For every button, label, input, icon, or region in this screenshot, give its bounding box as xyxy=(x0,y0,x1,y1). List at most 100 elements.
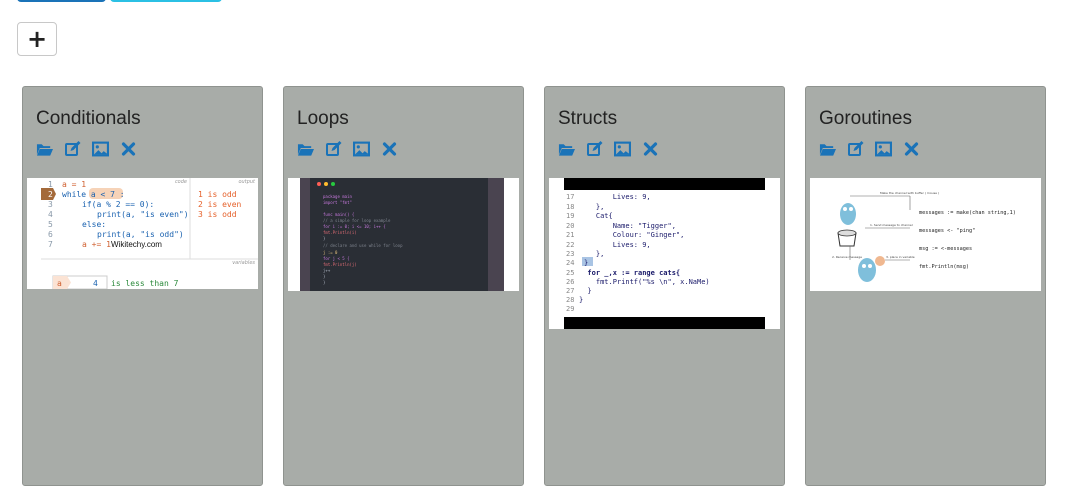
code-line: Name: "Tigger", xyxy=(579,222,676,230)
code-line: print(a, "is odd") xyxy=(97,230,184,239)
code-line: } xyxy=(323,280,325,285)
output-line: 1 is odd xyxy=(198,190,237,199)
card-conditionals[interactable]: Conditionals code output 1 a = 1 2 while… xyxy=(22,86,263,486)
card-goroutines[interactable]: Goroutines Make the channel with buffer … xyxy=(805,86,1046,486)
line-number: 7 xyxy=(48,240,53,249)
card-actions xyxy=(819,141,920,157)
code-line: messages <- "ping" xyxy=(919,228,975,234)
image-icon[interactable] xyxy=(92,141,109,157)
card-thumbnail[interactable]: Make the channel with buffer ( mouse ) 1… xyxy=(810,178,1041,291)
code-line: } xyxy=(579,296,583,304)
plus-icon: + xyxy=(26,25,48,53)
folder-open-icon[interactable] xyxy=(558,141,575,157)
diagram-note: 2. Receive message xyxy=(832,255,862,259)
code-line: } xyxy=(323,236,325,241)
line-number: 17 xyxy=(566,193,574,201)
card-thumbnail[interactable]: package main import "fmt" func main() { … xyxy=(288,178,519,291)
conditionals-preview: code output 1 a = 1 2 while a < 7 : 3 if… xyxy=(41,178,258,289)
code-line: Lives: 9, xyxy=(579,241,651,249)
line-number: 6 xyxy=(48,230,53,239)
line-number: 1 xyxy=(48,180,53,189)
line-number: 20 xyxy=(566,222,574,230)
line-number: 25 xyxy=(566,269,574,277)
line-number: 23 xyxy=(566,250,574,258)
code-line: fmt.Println(msg) xyxy=(919,264,969,270)
card-actions xyxy=(36,141,137,157)
code-line: while a < 7 : xyxy=(62,190,125,199)
code-line: j := 0 xyxy=(323,250,338,255)
close-icon[interactable] xyxy=(903,141,920,157)
goroutines-preview: Make the channel with buffer ( mouse ) 1… xyxy=(810,178,1041,291)
variable-value: 4 xyxy=(93,279,98,288)
close-icon[interactable] xyxy=(381,141,398,157)
edit-icon[interactable] xyxy=(325,141,342,157)
code-line: package main xyxy=(323,194,352,199)
code-line: for j < 5 { xyxy=(323,256,350,261)
top-secondary-button[interactable] xyxy=(110,0,222,2)
code-line: } xyxy=(579,287,592,295)
edit-icon[interactable] xyxy=(847,141,864,157)
line-number: 2 xyxy=(48,190,53,199)
code-line: Cat{ xyxy=(579,212,613,220)
image-icon[interactable] xyxy=(614,141,631,157)
code-header: code xyxy=(175,179,187,185)
code-line: msg := <-messages xyxy=(919,246,972,252)
variable-note: is less than 7 xyxy=(111,279,179,288)
line-number: 4 xyxy=(48,210,53,219)
code-line: import "fmt" xyxy=(323,200,352,205)
card-title: Conditionals xyxy=(36,108,141,129)
add-card-button[interactable]: + xyxy=(17,22,57,56)
loops-preview: package main import "fmt" func main() { … xyxy=(288,178,519,291)
code-line: else: xyxy=(82,220,106,229)
line-number: 18 xyxy=(566,203,574,211)
code-line: // a simple for loop example xyxy=(323,218,391,223)
code-line: }, xyxy=(579,250,604,258)
card-thumbnail[interactable]: code output 1 a = 1 2 while a < 7 : 3 if… xyxy=(27,178,258,289)
card-structs[interactable]: Structs 17 Lives: 9, 18 }, 19 Cat{ 20 Na… xyxy=(544,86,785,486)
code-line: if(a % 2 == 0): xyxy=(82,200,154,209)
close-icon[interactable] xyxy=(120,141,137,157)
line-number: 21 xyxy=(566,231,574,239)
diagram-note: 3. place in variable xyxy=(886,255,915,259)
card-title: Structs xyxy=(558,108,618,129)
folder-open-icon[interactable] xyxy=(297,141,314,157)
code-line: Lives: 9, xyxy=(579,193,651,201)
edit-icon[interactable] xyxy=(64,141,81,157)
diagram-note: Make the channel with buffer ( mouse ) xyxy=(880,191,939,195)
card-loops[interactable]: Loops package main import "fmt" func mai… xyxy=(283,86,524,486)
code-line: for _,x := range cats{ xyxy=(579,269,680,277)
image-icon[interactable] xyxy=(353,141,370,157)
watermark: Wikitechy.com xyxy=(111,240,162,249)
code-line: // declare and use while for loop xyxy=(323,243,403,248)
code-line: fmt.Printf("%s \n", x.NaMe) xyxy=(579,278,710,286)
edit-icon[interactable] xyxy=(586,141,603,157)
line-number: 26 xyxy=(566,278,574,286)
card-actions xyxy=(297,141,398,157)
variable-name: a xyxy=(57,279,62,288)
folder-open-icon[interactable] xyxy=(819,141,836,157)
code-line: a = 1 xyxy=(62,180,86,189)
code-line: } xyxy=(323,274,325,279)
code-line: a += 1 xyxy=(82,240,111,249)
top-primary-button[interactable] xyxy=(17,0,106,2)
line-number: 29 xyxy=(566,305,574,313)
card-title: Goroutines xyxy=(819,108,912,129)
line-number: 19 xyxy=(566,212,574,220)
line-number: 27 xyxy=(566,287,574,295)
image-icon[interactable] xyxy=(875,141,892,157)
line-number: 24 xyxy=(566,259,574,267)
line-number: 5 xyxy=(48,220,53,229)
diagram-note: 1. Send message to channel xyxy=(870,223,913,227)
structs-preview: 17 Lives: 9, 18 }, 19 Cat{ 20 Name: "Tig… xyxy=(549,178,780,329)
code-line: Colour: "Ginger", xyxy=(579,231,684,239)
card-thumbnail[interactable]: 17 Lives: 9, 18 }, 19 Cat{ 20 Name: "Tig… xyxy=(549,178,780,329)
variables-header: variables xyxy=(232,260,255,266)
folder-open-icon[interactable] xyxy=(36,141,53,157)
code-line: fmt.Println(j) xyxy=(323,262,357,267)
code-line: fmt.Println(i) xyxy=(323,230,357,235)
close-icon[interactable] xyxy=(642,141,659,157)
card-title: Loops xyxy=(297,108,349,129)
code-line: for i := 0; i <= 10; i++ { xyxy=(323,224,386,229)
code-line: messages := make(chan string,1) xyxy=(919,210,1016,216)
line-number: 22 xyxy=(566,241,574,249)
